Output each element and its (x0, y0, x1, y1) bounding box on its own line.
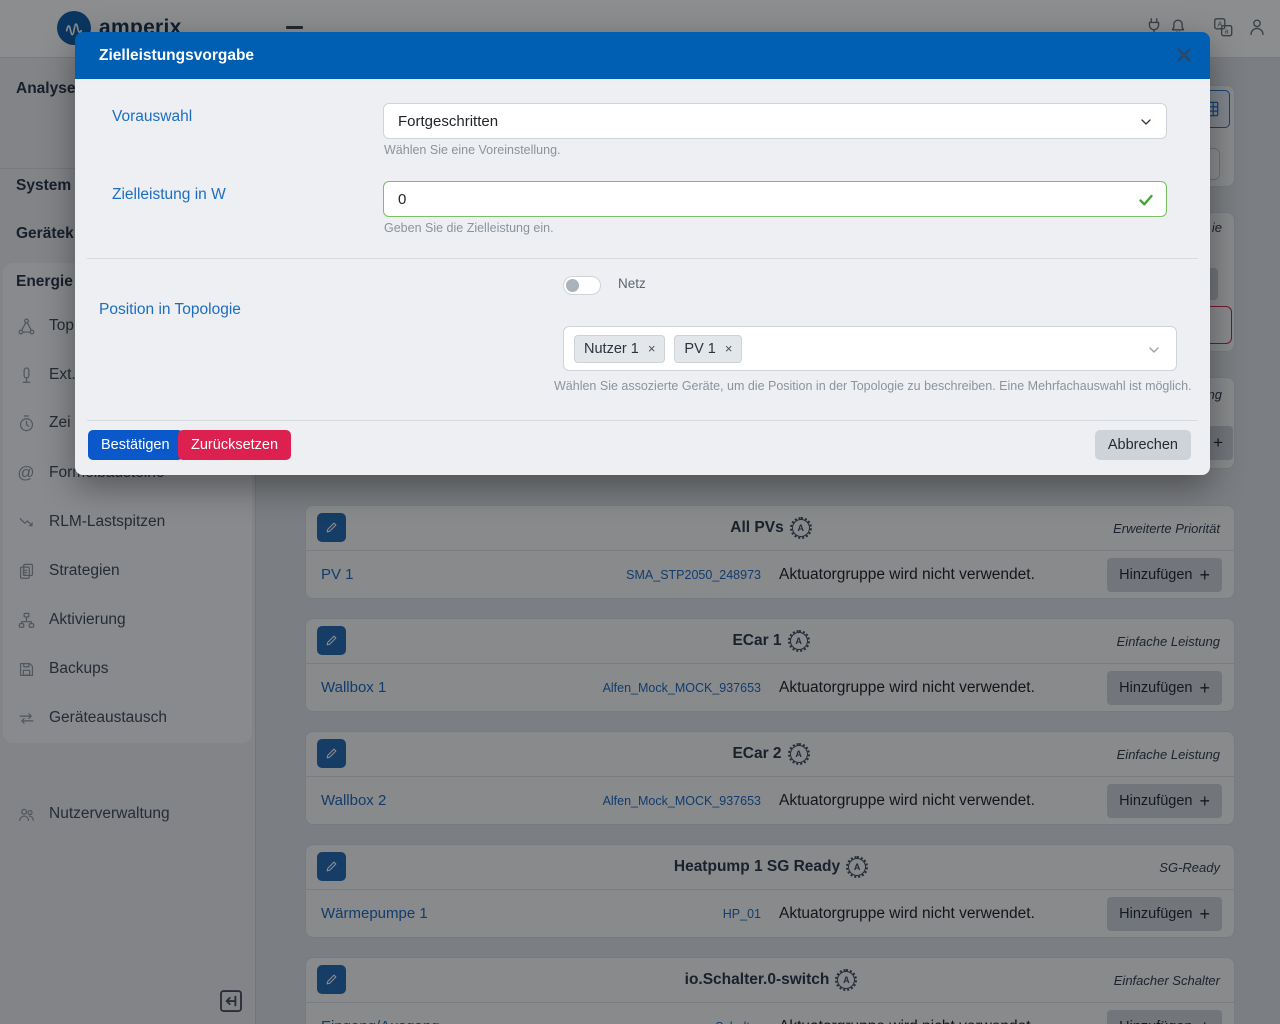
zielleistungsvorgabe-modal: Zielleistungsvorgabe Vorauswahl Fortgesc… (75, 32, 1210, 475)
vorauswahl-label: Vorauswahl (112, 108, 192, 126)
close-icon[interactable] (1173, 44, 1195, 66)
cancel-button[interactable]: Abbrechen (1095, 430, 1191, 460)
remove-tag-icon[interactable]: × (725, 341, 733, 356)
selected-tag: Nutzer 1 × (574, 335, 665, 363)
vorauswahl-select[interactable]: Fortgeschritten (383, 103, 1167, 139)
vorauswahl-value: Fortgeschritten (398, 113, 498, 130)
toggle-knob (566, 279, 579, 292)
modal-title: Zielleistungsvorgabe (99, 47, 254, 65)
reset-button[interactable]: Zurücksetzen (178, 430, 291, 460)
chevron-down-icon (1138, 114, 1154, 130)
position-help: Wählen Sie assozierte Geräte, um die Pos… (554, 379, 1192, 393)
netz-toggle-label: Netz (618, 276, 646, 291)
netz-toggle[interactable] (563, 276, 601, 295)
zielleistung-label: Zielleistung in W (112, 186, 226, 204)
modal-header: Zielleistungsvorgabe (75, 32, 1210, 79)
chevron-down-icon (1146, 342, 1162, 358)
vorauswahl-help: Wählen Sie eine Voreinstellung. (384, 143, 561, 157)
valid-check-icon (1138, 192, 1154, 208)
zielleistung-value: 0 (398, 191, 406, 208)
zielleistung-input[interactable]: 0 (383, 181, 1167, 217)
modal-divider (87, 258, 1198, 259)
remove-tag-icon[interactable]: × (648, 341, 656, 356)
position-label: Position in Topologie (99, 301, 241, 319)
modal-divider (87, 420, 1198, 421)
selected-tag: PV 1 × (674, 335, 742, 363)
modal-body: Vorauswahl Fortgeschritten Wählen Sie ei… (75, 79, 1210, 475)
app-frame: amperix A a Analyse System Gerätek (0, 0, 1280, 1024)
position-multiselect[interactable]: Nutzer 1 × PV 1 × (563, 326, 1177, 371)
confirm-button[interactable]: Bestätigen (88, 430, 183, 460)
zielleistung-help: Geben Sie die Zielleistung ein. (384, 221, 554, 235)
